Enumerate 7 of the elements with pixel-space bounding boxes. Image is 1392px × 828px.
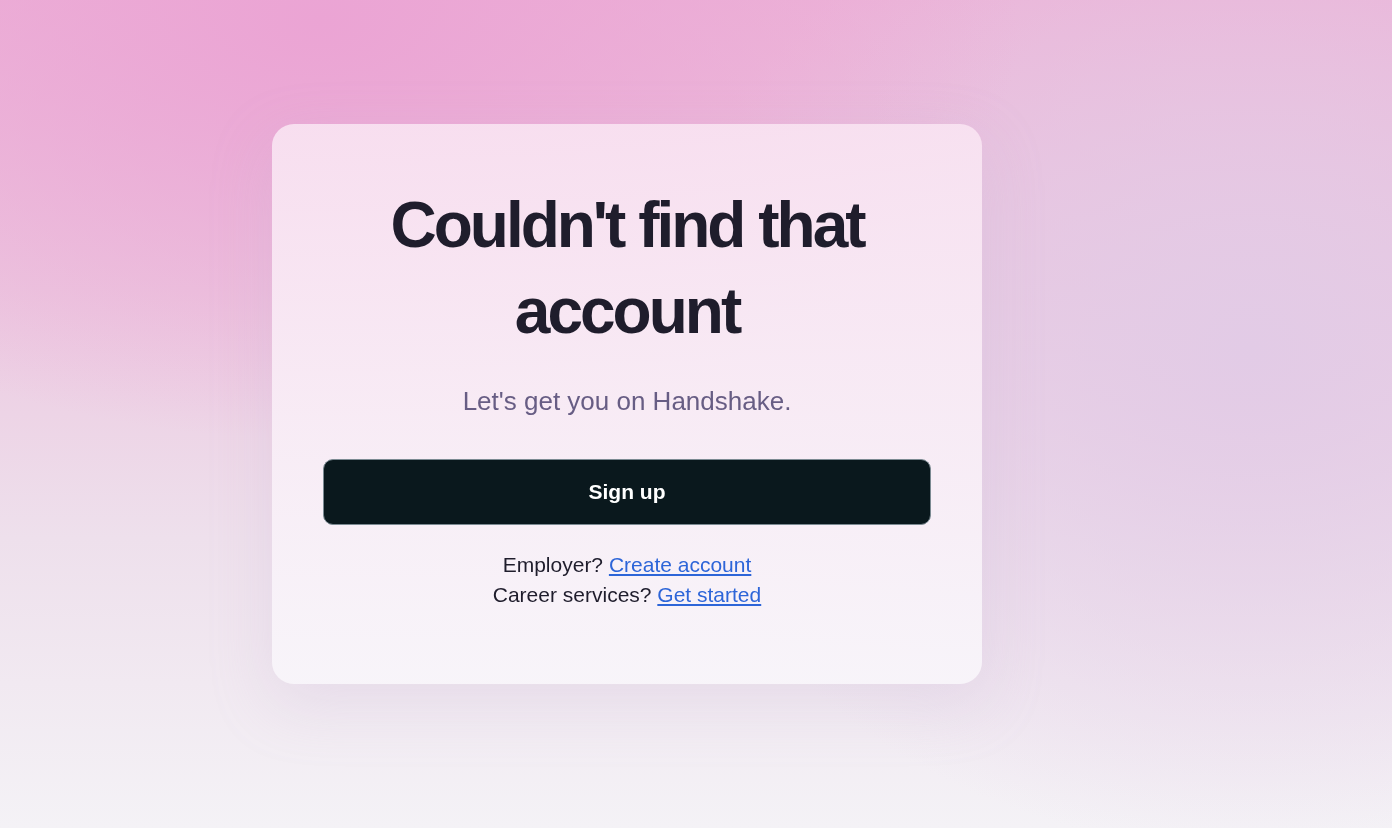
link[interactable]: Get started [657, 583, 762, 606]
page-title: Couldn't find that account [389, 188, 866, 349]
prompt-text: Career services? Get started [492, 583, 762, 607]
link[interactable]: Create account [608, 553, 752, 576]
subtitle: Let's get you on Handshake. [462, 386, 792, 417]
sign-up-button[interactable]: Sign up [323, 459, 931, 525]
prompt-text: Employer? Create account [502, 553, 752, 577]
